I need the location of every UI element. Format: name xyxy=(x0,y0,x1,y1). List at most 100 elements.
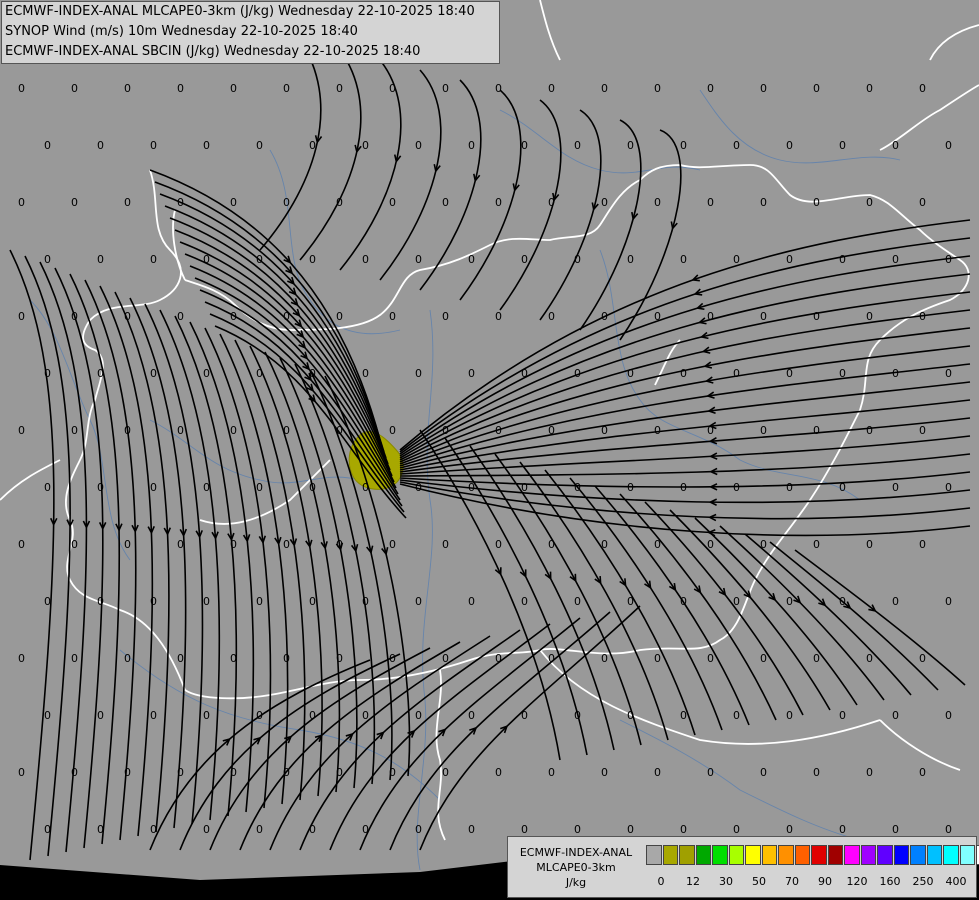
cin-zero-label: 0 xyxy=(468,595,475,608)
cin-zero-label: 0 xyxy=(362,595,369,608)
legend-swatch xyxy=(959,845,975,865)
cin-zero-label: 0 xyxy=(309,367,316,380)
cin-zero-label: 0 xyxy=(362,253,369,266)
cin-zero-label: 0 xyxy=(707,424,714,437)
cin-zero-label: 0 xyxy=(813,82,820,95)
legend-swatch xyxy=(794,845,810,865)
cin-zero-label: 0 xyxy=(680,481,687,494)
cin-zero-label: 0 xyxy=(680,595,687,608)
cin-zero-label: 0 xyxy=(442,652,449,665)
cin-zero-label: 0 xyxy=(177,82,184,95)
cin-zero-label: 0 xyxy=(44,139,51,152)
cin-zero-label: 0 xyxy=(601,424,608,437)
legend-swatch xyxy=(778,845,794,865)
cin-zero-label: 0 xyxy=(97,253,104,266)
cin-zero-label: 0 xyxy=(71,82,78,95)
cin-zero-label: 0 xyxy=(601,82,608,95)
cin-zero-label: 0 xyxy=(839,367,846,380)
cin-zero-label: 0 xyxy=(707,82,714,95)
cin-zero-label: 0 xyxy=(786,709,793,722)
cin-zero-label: 0 xyxy=(495,310,502,323)
cin-zero-label: 0 xyxy=(230,196,237,209)
cin-zero-label: 0 xyxy=(442,82,449,95)
legend-title: ECMWF-INDEX-ANAL MLCAPE0-3km J/kg xyxy=(510,845,642,890)
cin-zero-label: 0 xyxy=(892,481,899,494)
legend-swatch xyxy=(827,845,843,865)
cin-zero-label: 0 xyxy=(945,823,952,836)
cin-zero-label: 0 xyxy=(256,367,263,380)
cin-zero-label: 0 xyxy=(44,253,51,266)
cin-zero-label: 0 xyxy=(707,652,714,665)
cin-zero-label: 0 xyxy=(627,823,634,836)
cin-zero-label: 0 xyxy=(468,367,475,380)
cin-zero-label: 0 xyxy=(707,196,714,209)
cin-zero-label: 0 xyxy=(945,595,952,608)
cin-zero-label: 0 xyxy=(309,481,316,494)
cin-zero-label: 0 xyxy=(97,367,104,380)
cin-zero-label: 0 xyxy=(733,481,740,494)
cin-zero-label: 0 xyxy=(389,538,396,551)
cin-zero-label: 0 xyxy=(574,709,581,722)
cin-zero-label: 0 xyxy=(945,139,952,152)
legend-tick-label: 160 xyxy=(879,875,901,888)
cin-zero-label: 0 xyxy=(203,709,210,722)
cin-zero-label: 0 xyxy=(601,196,608,209)
cin-zero-label: 0 xyxy=(495,82,502,95)
cin-zero-label: 0 xyxy=(230,538,237,551)
cin-zero-label: 0 xyxy=(256,709,263,722)
cin-zero-label: 0 xyxy=(18,310,25,323)
cin-zero-label: 0 xyxy=(415,595,422,608)
cin-zero-label: 0 xyxy=(468,709,475,722)
cin-zero-label: 0 xyxy=(442,424,449,437)
cin-zero-label: 0 xyxy=(839,709,846,722)
cin-zero-label: 0 xyxy=(124,82,131,95)
cin-zero-label: 0 xyxy=(256,481,263,494)
cin-zero-label: 0 xyxy=(177,766,184,779)
cin-zero-label: 0 xyxy=(521,367,528,380)
cin-zero-label: 0 xyxy=(574,139,581,152)
cin-zero-label: 0 xyxy=(574,253,581,266)
cin-zero-label: 0 xyxy=(521,709,528,722)
cin-zero-label: 0 xyxy=(627,709,634,722)
cin-zero-label: 0 xyxy=(813,196,820,209)
cin-zero-label: 0 xyxy=(71,196,78,209)
cin-zero-label: 0 xyxy=(18,424,25,437)
map-title-box: ECMWF-INDEX-ANAL MLCAPE0-3km (J/kg) Wedn… xyxy=(1,1,500,64)
cin-zero-label: 0 xyxy=(18,196,25,209)
legend-swatch xyxy=(745,845,761,865)
cin-zero-label: 0 xyxy=(495,652,502,665)
cin-zero-label: 0 xyxy=(627,253,634,266)
cin-zero-label: 0 xyxy=(468,253,475,266)
cin-zero-label: 0 xyxy=(839,253,846,266)
cin-zero-label: 0 xyxy=(548,424,555,437)
cin-zero-label: 0 xyxy=(256,595,263,608)
cin-zero-label: 0 xyxy=(283,196,290,209)
cin-zero-label: 0 xyxy=(521,253,528,266)
cin-zero-label: 0 xyxy=(44,595,51,608)
cin-zero-label: 0 xyxy=(124,424,131,437)
cin-zero-label: 0 xyxy=(389,310,396,323)
cin-zero-label: 0 xyxy=(389,424,396,437)
cin-zero-label: 0 xyxy=(707,310,714,323)
cin-zero-label: 0 xyxy=(203,139,210,152)
cin-zero-label: 0 xyxy=(124,652,131,665)
cin-zero-label: 0 xyxy=(71,652,78,665)
title-line-cin: ECMWF-INDEX-ANAL SBCIN (J/kg) Wednesday … xyxy=(5,44,421,59)
cin-zero-label: 0 xyxy=(124,310,131,323)
legend-field: MLCAPE0-3km xyxy=(536,861,616,874)
cin-zero-label: 0 xyxy=(230,310,237,323)
cin-zero-label: 0 xyxy=(521,823,528,836)
legend-tick-label: 250 xyxy=(912,875,934,888)
legend-swatch xyxy=(761,845,777,865)
cin-zero-label: 0 xyxy=(336,652,343,665)
cin-zero-label: 0 xyxy=(866,766,873,779)
cin-zero-label: 0 xyxy=(601,538,608,551)
cin-zero-label: 0 xyxy=(760,652,767,665)
cin-zero-label: 0 xyxy=(18,652,25,665)
cin-zero-label: 0 xyxy=(548,82,555,95)
cin-zero-label: 0 xyxy=(495,424,502,437)
weather-map: 0 0 0 0 0 0 0 0 0 0 0 0 0 0 0 0 0 0 0 0 0 0 0 0 0 0 0 0 0 0 0 0 0 0 0 0 0 0 0 0… xyxy=(0,0,979,900)
cin-zero-label: 0 xyxy=(283,652,290,665)
cin-zero-label: 0 xyxy=(336,82,343,95)
legend-swatches xyxy=(646,845,979,865)
